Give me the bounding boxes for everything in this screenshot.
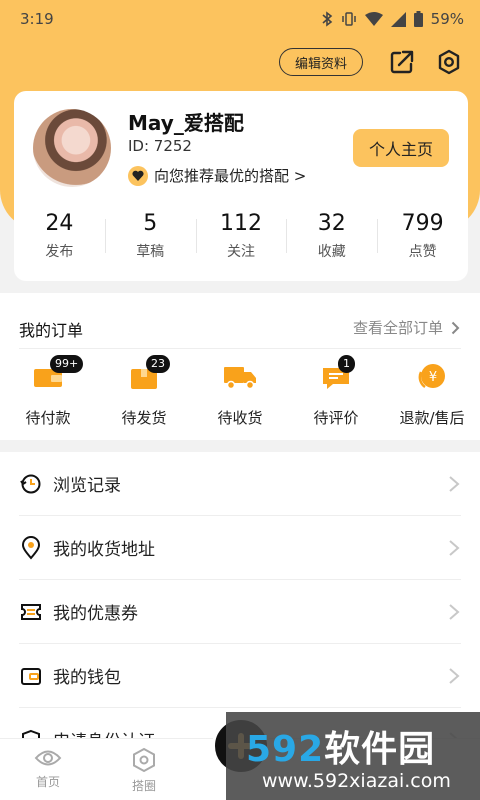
wallet-icon: 99+ (28, 355, 84, 395)
status-icons: 59% (321, 10, 464, 28)
order-label: 待付款 (25, 409, 71, 427)
menu-label: 我的优惠券 (53, 604, 138, 624)
view-all-orders-label: 查看全部订单 (352, 319, 443, 337)
recommend-text: 向您推荐最优的搭配 > (154, 167, 307, 185)
badge-count: 1 (338, 355, 355, 373)
bluetooth-icon (322, 11, 332, 27)
status-bar: 3:19 59% (0, 0, 480, 38)
stat-value: 799 (401, 211, 444, 236)
personal-homepage-button[interactable]: 个人主页 (353, 129, 449, 167)
stat-following[interactable]: 112 关注 (195, 209, 287, 265)
chevron-right-icon (449, 475, 460, 492)
order-pending-review[interactable]: 1 待评价 (288, 355, 384, 428)
box-icon: 23 (124, 355, 170, 395)
chevron-right-icon (449, 539, 460, 556)
stat-value: 112 (219, 211, 262, 236)
history-icon (19, 472, 43, 496)
stat-favorites[interactable]: 32 收藏 (286, 209, 377, 265)
username: May_爱搭配 (128, 111, 244, 135)
share-icon[interactable] (388, 48, 416, 76)
wifi-icon (364, 12, 383, 26)
order-label: 退款/售后 (399, 409, 465, 427)
heart-icon (128, 165, 148, 186)
stat-label: 发布 (45, 244, 74, 260)
avatar[interactable] (33, 109, 111, 187)
eye-icon (34, 750, 62, 766)
badge-count: 23 (146, 355, 170, 373)
menu-item-history[interactable]: 浏览记录 (19, 452, 461, 516)
stat-drafts[interactable]: 5 草稿 (104, 209, 196, 265)
order-pending-receipt[interactable]: 待收货 (192, 359, 288, 428)
tab-home[interactable]: 首页 (0, 739, 96, 800)
chevron-right-icon (449, 667, 460, 684)
watermark-text: 软件园 (324, 729, 436, 770)
profile-card: May_爱搭配 ID: 7252 向您推荐最优的搭配 > 个人主页 24 发布 … (14, 91, 468, 281)
badge-count: 99+ (50, 355, 84, 373)
stats-row: 24 发布 5 草稿 112 关注 32 收藏 799 点赞 (14, 209, 468, 265)
comment-icon: 1 (316, 355, 356, 395)
stat-label: 关注 (226, 244, 255, 260)
watermark-url: www.592xiazai.com (262, 770, 451, 792)
order-refund[interactable]: ¥ 退款/售后 (384, 359, 480, 428)
wallet-outline-icon (19, 664, 43, 688)
watermark: 592软件园 www.592xiazai.com (226, 712, 480, 800)
edit-profile-button[interactable]: 编辑资料 (279, 48, 363, 76)
watermark-logo: 592软件园 (246, 720, 435, 772)
order-pending-shipment[interactable]: 23 待发货 (96, 355, 192, 428)
settings-icon[interactable] (435, 48, 463, 76)
signal-icon (390, 11, 406, 27)
orders-section: 我的订单 查看全部订单 99+ 待付款 23 待发货 待收货 1 待评价 ¥ 退… (0, 293, 480, 440)
battery-icon (413, 11, 423, 27)
hexagon-icon (133, 747, 155, 773)
watermark-digits: 592 (246, 729, 325, 770)
location-icon (19, 535, 43, 560)
chevron-right-icon (449, 603, 460, 620)
refund-icon: ¥ (412, 359, 452, 395)
orders-title: 我的订单 (19, 321, 84, 340)
stat-label: 收藏 (317, 244, 346, 260)
stat-label: 点赞 (408, 244, 437, 260)
stat-posts[interactable]: 24 发布 (14, 209, 105, 265)
vibrate-icon (341, 12, 356, 26)
coupon-icon (19, 600, 43, 624)
chevron-right-icon (451, 321, 460, 334)
stat-likes[interactable]: 799 点赞 (377, 209, 468, 265)
menu-item-coupons[interactable]: 我的优惠券 (19, 580, 461, 644)
menu-label: 我的收货地址 (53, 540, 155, 560)
truck-icon (220, 359, 260, 395)
menu-label: 浏览记录 (53, 476, 121, 496)
menu-label: 我的钱包 (53, 668, 121, 688)
menu-item-wallet[interactable]: 我的钱包 (19, 644, 461, 708)
order-label: 待发货 (121, 409, 167, 427)
tab-circle[interactable]: 搭圈 (96, 739, 192, 800)
user-id: ID: 7252 (128, 137, 192, 155)
recommend-link[interactable]: 向您推荐最优的搭配 > (128, 165, 306, 186)
view-all-orders-link[interactable]: 查看全部订单 (353, 317, 460, 338)
order-label: 待收货 (217, 409, 263, 427)
order-label: 待评价 (313, 409, 359, 427)
divider (19, 348, 461, 349)
order-pending-payment[interactable]: 99+ 待付款 (0, 355, 96, 428)
order-status-row: 99+ 待付款 23 待发货 待收货 1 待评价 ¥ 退款/售后 (0, 355, 480, 428)
menu-list: 浏览记录 我的收货地址 我的优惠券 我的钱包 申请身份认证 (0, 452, 480, 772)
stat-value: 24 (45, 211, 74, 236)
menu-item-address[interactable]: 我的收货地址 (19, 516, 461, 580)
stat-value: 5 (143, 211, 158, 236)
battery-percent: 59% (430, 10, 464, 28)
stat-value: 32 (317, 211, 346, 236)
stat-label: 草稿 (136, 244, 165, 260)
tab-label: 搭圈 (131, 779, 156, 793)
status-time: 3:19 (20, 10, 54, 28)
svg-text:¥: ¥ (429, 370, 437, 385)
tab-label: 首页 (35, 775, 60, 789)
